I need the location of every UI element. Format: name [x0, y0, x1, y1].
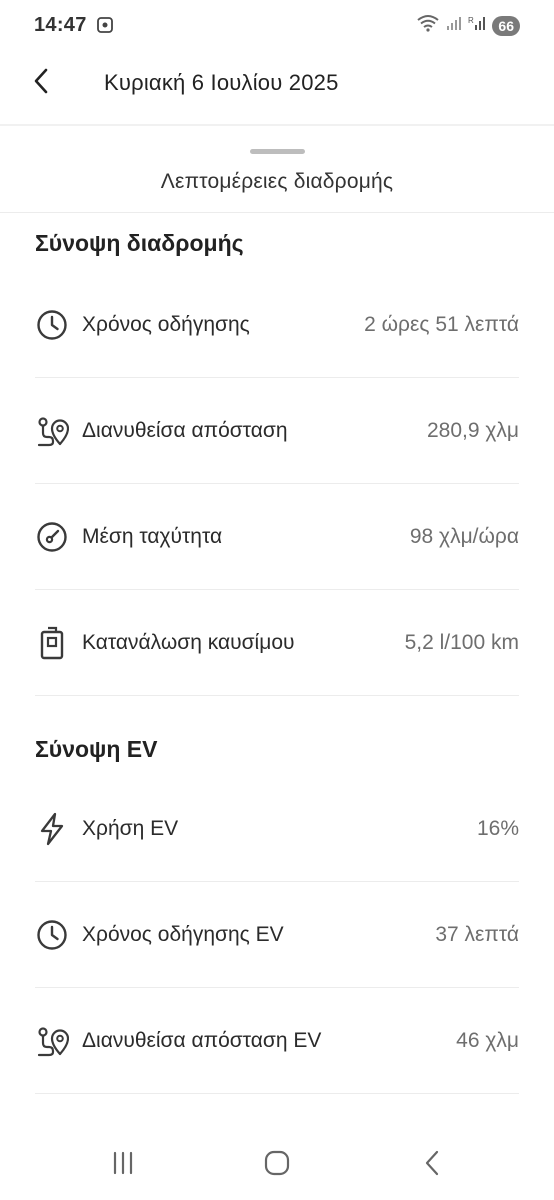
row-label: Κατανάλωση καυσίμου: [82, 631, 295, 654]
status-time: 14:47: [34, 14, 87, 36]
row-divider: [35, 1093, 519, 1094]
row-divider: [35, 695, 519, 696]
screenshot-icon: [96, 16, 114, 39]
svg-text:R: R: [468, 16, 474, 25]
sheet-top-border: [0, 124, 554, 126]
row-label: Διανυθείσα απόσταση: [82, 419, 288, 442]
status-bar: 14:47 R 66: [0, 0, 554, 52]
back-icon: [424, 1150, 440, 1181]
nav-back-button[interactable]: [412, 1148, 452, 1182]
recents-icon: [111, 1151, 135, 1180]
clock-icon: [35, 918, 69, 952]
row-value: 2 ώρες 51 λεπτά: [364, 313, 519, 336]
row-value: 280,9 χλμ: [426, 419, 519, 442]
row-fuel-consumption: Κατανάλωση καυσίμου 5,2 l/100 km: [35, 590, 519, 696]
row-average-speed: Μέση ταχύτητα 98 χλμ/ώρα: [35, 484, 519, 590]
home-icon: [264, 1150, 290, 1181]
row-ev-distance: Διανυθείσα απόσταση EV 46 χλμ: [35, 988, 519, 1094]
row-distance: Διανυθείσα απόσταση 280,9 χλμ: [35, 378, 519, 484]
clock-icon: [35, 308, 69, 342]
trip-summary-title: Σύνοψη διαδρομής: [35, 230, 244, 256]
fuel-icon: [35, 626, 69, 660]
status-icons: R 66: [416, 14, 520, 37]
row-label: Μέση ταχύτητα: [82, 525, 223, 548]
row-value: 46 χλμ: [456, 1029, 519, 1052]
header: Κυριακή 6 Ιουλίου 2025: [0, 52, 554, 116]
recents-button[interactable]: [103, 1148, 143, 1182]
row-driving-time: Χρόνος οδήγησης 2 ώρες 51 λεπτά: [35, 272, 519, 378]
wifi-icon: [416, 14, 440, 37]
chevron-left-icon: [33, 68, 49, 99]
signal-r-icon: R: [468, 15, 486, 36]
back-button[interactable]: [26, 66, 56, 100]
home-button[interactable]: [257, 1148, 297, 1182]
route-icon: [35, 1024, 69, 1058]
lightning-icon: [35, 812, 69, 846]
row-label: Χρόνος οδήγησης: [82, 313, 250, 336]
row-value: 37 λεπτά: [435, 923, 519, 946]
row-value: 16%: [476, 817, 519, 840]
battery-icon: 66: [492, 15, 520, 36]
speedometer-icon: [35, 520, 69, 554]
sheet-divider: [0, 212, 554, 213]
row-value: 98 χλμ/ώρα: [409, 525, 519, 548]
route-icon: [35, 414, 69, 448]
page-title: Κυριακή 6 Ιουλίου 2025: [104, 70, 339, 95]
signal-icon: [446, 15, 462, 36]
ev-summary-title: Σύνοψη EV: [35, 736, 158, 762]
row-label: Χρήση EV: [82, 817, 179, 840]
row-ev-driving-time: Χρόνος οδήγησης EV 37 λεπτά: [35, 882, 519, 988]
sheet-drag-handle[interactable]: [250, 149, 305, 154]
row-label: Διανυθείσα απόσταση EV: [82, 1029, 322, 1052]
row-ev-usage: Χρήση EV 16%: [35, 776, 519, 882]
sheet-title: Λεπτομέρειες διαδρομής: [160, 170, 394, 193]
system-nav-bar: [0, 1130, 554, 1200]
row-label: Χρόνος οδήγησης EV: [82, 923, 284, 946]
row-value: 5,2 l/100 km: [404, 631, 519, 654]
